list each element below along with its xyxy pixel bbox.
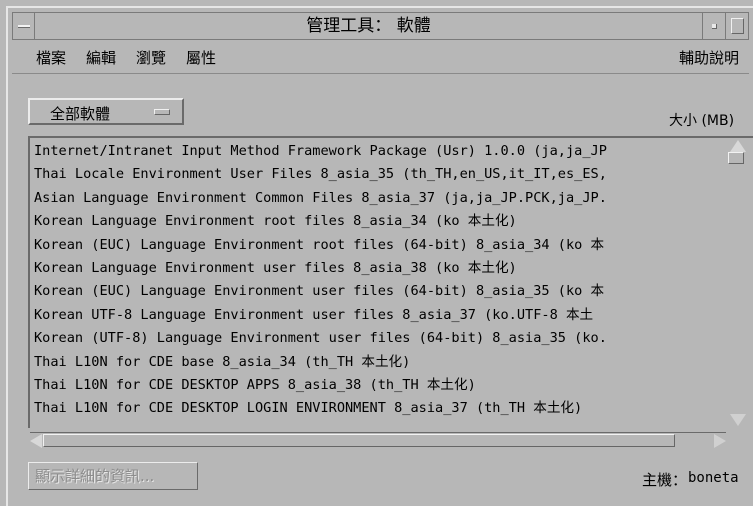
horizontal-scroll-thumb[interactable]: [43, 434, 675, 447]
minimize-button[interactable]: [702, 13, 725, 39]
software-filter-dropdown[interactable]: 全部軟體: [28, 98, 184, 125]
host-value: boneta: [688, 470, 739, 486]
size-column-header: 大小 (MB): [669, 113, 735, 129]
host-label: 主機：: [642, 471, 688, 489]
window-menu-icon: [18, 25, 30, 28]
package-row[interactable]: Asian Language Environment Common Files …: [34, 187, 607, 210]
package-row[interactable]: Thai L10N for CDE DESKTOP APPS 8_asia_38…: [34, 374, 476, 397]
package-row[interactable]: Thai Locale Environment User Files 8_asi…: [34, 163, 607, 186]
scroll-down-arrow-icon[interactable]: [730, 414, 746, 426]
package-row[interactable]: Korean UTF-8 Language Environment user f…: [34, 304, 593, 327]
software-filter-value: 全部軟體: [50, 105, 111, 123]
menu-browse[interactable]: 瀏覽: [136, 47, 166, 68]
maximize-icon: [731, 18, 744, 34]
menu-edit[interactable]: 編輯: [86, 47, 116, 68]
package-row[interactable]: Korean (EUC) Language Environment root f…: [34, 234, 604, 257]
scroll-up-arrow-icon[interactable]: [730, 140, 746, 152]
package-row[interactable]: Korean Language Environment user files 8…: [34, 257, 517, 280]
package-row[interactable]: Korean (EUC) Language Environment user f…: [34, 280, 604, 303]
title-bar[interactable]: 管理工具： 軟體: [12, 12, 749, 40]
horizontal-scrollbar[interactable]: [30, 432, 726, 448]
package-row[interactable]: Internet/Intranet Input Method Framework…: [34, 140, 607, 163]
vertical-scroll-thumb[interactable]: [728, 152, 744, 164]
minimize-icon: [712, 24, 717, 29]
menu-file[interactable]: 檔案: [36, 47, 66, 68]
scroll-left-arrow-icon[interactable]: [30, 434, 42, 448]
package-list[interactable]: Internet/Intranet Input Method Framework…: [28, 136, 753, 428]
scroll-right-arrow-icon[interactable]: [714, 434, 726, 448]
window-menu-button[interactable]: [13, 13, 35, 39]
window-title: 管理工具： 軟體: [306, 16, 431, 36]
package-row[interactable]: Thai L10N for CDE base 8_asia_34 (th_TH …: [34, 351, 410, 374]
option-menu-indicator-icon: [154, 109, 170, 115]
maximize-button[interactable]: [725, 13, 748, 39]
menu-properties[interactable]: 屬性: [186, 47, 216, 68]
vertical-scrollbar[interactable]: [728, 140, 746, 426]
package-row[interactable]: Thai L10N for CDE DESKTOP LOGIN ENVIRONM…: [34, 397, 582, 420]
software-manager-window: 管理工具： 軟體 檔案 編輯 瀏覽 屬性 輔助說明 全部軟體 大小 (MB) I…: [6, 6, 753, 506]
menu-help[interactable]: 輔助說明: [679, 47, 739, 68]
package-row[interactable]: Korean Language Environment root files 8…: [34, 210, 517, 233]
package-row[interactable]: Korean (UTF-8) Language Environment user…: [34, 327, 607, 350]
show-details-button[interactable]: 顯示詳細的資訊...: [28, 462, 198, 490]
menu-bar: 檔案 編輯 瀏覽 屬性 輔助說明: [12, 40, 749, 74]
